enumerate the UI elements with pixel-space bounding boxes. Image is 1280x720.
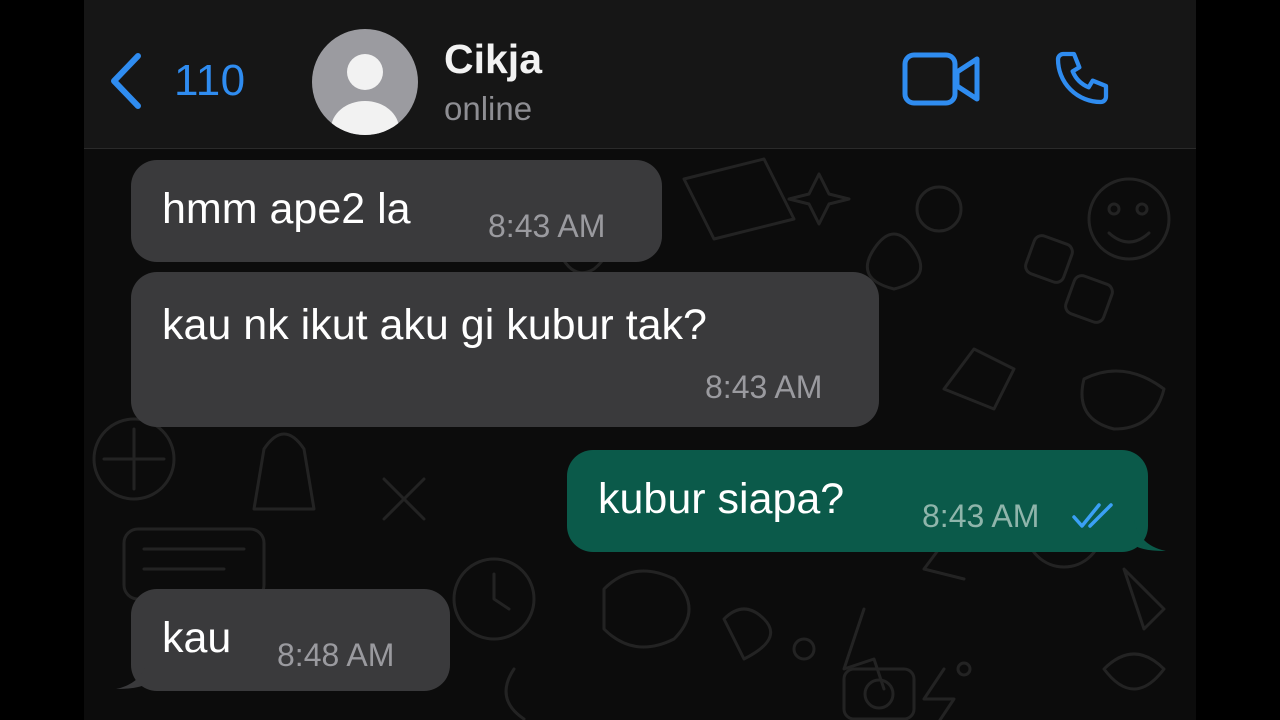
chat-header: 110 Cikja online [84, 0, 1196, 149]
person-icon [331, 54, 399, 135]
chevron-left-icon [111, 53, 141, 109]
message-time: 8:43 AM [922, 498, 1040, 534]
message-time: 8:48 AM [277, 637, 395, 673]
message-bubble-outgoing[interactable]: kubur siapa? 8:43 AM [567, 450, 1148, 552]
double-check-icon [1072, 503, 1113, 528]
message-time: 8:43 AM [488, 208, 606, 244]
message-bubble-incoming[interactable]: kau nk ikut aku gi kubur tak? 8:43 AM [131, 272, 879, 427]
contact-name[interactable]: Cikja [444, 36, 542, 83]
contact-status: online [444, 90, 533, 127]
video-call-button[interactable] [902, 52, 982, 111]
back-button[interactable]: 110 [108, 52, 246, 110]
voice-call-button[interactable] [1050, 46, 1114, 115]
chat-screen: 110 Cikja online hmm ape2 la 8:43 AM kau… [84, 0, 1196, 720]
message-time: 8:43 AM [705, 369, 823, 405]
message-list[interactable]: hmm ape2 la 8:43 AM kau nk ikut aku gi k… [84, 149, 1196, 720]
message-text: kubur siapa? [598, 475, 845, 523]
bubble-tail [1134, 519, 1166, 551]
phone-icon [1055, 51, 1109, 105]
video-camera-icon [902, 52, 980, 106]
message-text: kau [162, 614, 232, 662]
message-bubble-incoming[interactable]: kau 8:48 AM [131, 589, 450, 691]
bubble-tail [116, 657, 148, 689]
unread-count: 110 [174, 56, 246, 105]
message-bubble-incoming[interactable]: hmm ape2 la 8:43 AM [131, 160, 662, 262]
message-text: hmm ape2 la [162, 185, 411, 233]
message-text: kau nk ikut aku gi kubur tak? [162, 301, 707, 349]
avatar[interactable] [312, 29, 418, 135]
